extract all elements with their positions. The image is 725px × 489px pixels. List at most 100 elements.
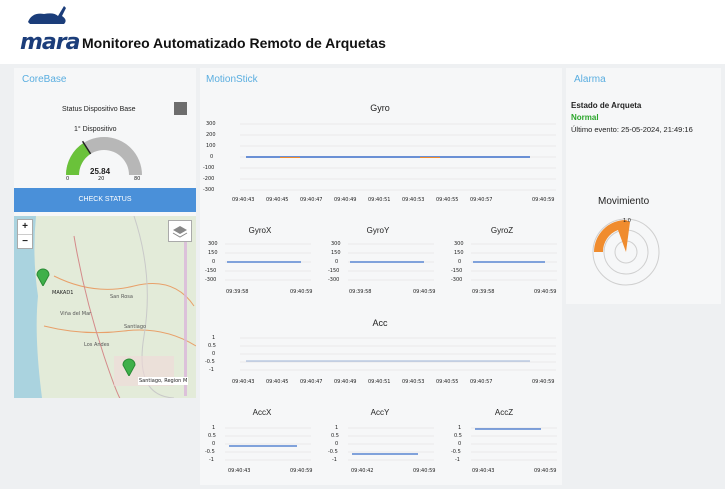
tick: 09:40:59 [532,197,555,203]
zoom-in-button[interactable]: + [18,220,32,234]
tick: 09:40:55 [436,197,459,203]
gyro-chart [240,123,556,191]
estado-label: Estado de Arqueta [571,101,642,110]
tick: 09:39:58 [349,289,372,295]
tick: 1 [458,425,462,431]
gyroy-title: GyroY [366,226,390,235]
tick: 09:40:43 [232,197,255,203]
gauge-value: 25.84 [90,167,111,176]
tick: 09:40:59 [534,468,557,474]
layers-button[interactable] [168,220,192,242]
tick: 09:40:47 [300,197,323,203]
layers-icon [172,226,188,238]
tick: 09:39:58 [472,289,495,295]
tick: 1 [212,425,216,431]
gauge-max: 80 [134,176,141,182]
tick: 0 [335,441,339,447]
acc-chart [240,337,556,371]
accz-chart [471,427,557,461]
tick: 09:40:42 [351,468,374,474]
zoom-out-button[interactable]: − [18,234,32,249]
tick: 200 [206,132,216,138]
tick: 09:40:59 [413,468,436,474]
map-place-label: Los Andes [84,342,110,348]
tick: -300 [328,277,340,283]
tick: 0 [210,154,214,160]
movimiento-title: Movimiento [598,196,650,207]
radar-tick: 1.0 [623,218,631,224]
tick: -150 [451,268,463,274]
tick: 09:40:53 [402,197,425,203]
tick: 1 [212,335,216,341]
tick: 0.5 [208,433,216,439]
tick: 1 [335,425,339,431]
map-marker-1[interactable] [36,266,50,286]
ultimo-evento: Último evento: 25-05-2024, 21:49:16 [571,125,693,134]
tick: 09:40:53 [402,379,425,385]
gyroz-title: GyroZ [490,226,514,235]
tick: 0 [212,259,216,265]
tick: 09:40:59 [290,289,313,295]
gyroy-chart [348,243,434,281]
gauge-min: 0 [66,176,70,182]
accx-title: AccX [252,408,272,417]
accz-title: AccZ [494,408,514,417]
tick: -0.5 [205,359,215,365]
tick: 150 [331,250,341,256]
tick: 09:40:57 [470,197,493,203]
tick: -200 [203,176,215,182]
marker2-label: Santiago, Region M [138,377,189,385]
tick: 100 [206,143,216,149]
tick: 0 [212,351,216,357]
corebase-panel: CoreBase Status Dispositivo Base 1° Disp… [14,68,196,398]
rabbit-icon [28,6,66,24]
app-header: mara Monitoreo Automatizado Remoto de Ar… [0,0,725,64]
tick: 150 [208,250,218,256]
map-tiles [14,216,196,398]
tick: 09:39:58 [226,289,249,295]
tick: -150 [205,268,217,274]
tick: 09:40:45 [266,379,289,385]
map-place-label: San Rosa [110,294,133,300]
map-place-label: Santiago [124,324,147,330]
tick: 300 [331,241,341,247]
tick: 0 [335,259,339,265]
tick: 0.5 [208,343,216,349]
tick: 0.5 [331,433,339,439]
accx-chart [225,427,311,461]
tick: -1 [332,457,337,463]
alarma-panel: Alarma Estado de Arqueta Normal Último e… [566,68,721,304]
tick: -0.5 [205,449,215,455]
tick: 09:40:51 [368,379,391,385]
app-title: Monitoreo Automatizado Remoto de Arqueta… [82,35,386,51]
tick: 09:40:45 [266,197,289,203]
movimiento-radar [592,218,660,286]
tick: -100 [203,165,215,171]
tick: -0.5 [451,449,461,455]
tick: -300 [451,277,463,283]
map-view[interactable]: + − MAKAD1 San Rosa Viña del Mar Santiag… [14,216,196,398]
check-status-button[interactable]: CHECK STATUS [14,188,196,212]
gauge-mid: 20 [98,176,105,182]
marker1-label: MAKAD1 [52,290,74,296]
tick: 0.5 [454,433,462,439]
alarma-title: Alarma [574,74,606,85]
tick: 09:40:59 [532,379,555,385]
tick: 09:40:49 [334,197,357,203]
tick: 09:40:59 [413,289,436,295]
gyro-chart-title: Gyro [370,103,390,113]
tick: -150 [328,268,340,274]
tick: 0 [212,441,216,447]
tick: 0 [458,441,462,447]
map-marker-2[interactable] [122,356,136,376]
app-logo: mara [20,30,80,55]
tick: 09:40:57 [470,379,493,385]
motionstick-title: MotionStick [206,74,258,85]
tick: 150 [454,250,464,256]
acc-chart-title: Acc [372,318,388,328]
gyrox-title: GyroX [248,226,272,235]
tick: 09:40:59 [290,468,313,474]
tick: 300 [454,241,464,247]
tick: 09:40:47 [300,379,323,385]
tick: -1 [209,457,214,463]
